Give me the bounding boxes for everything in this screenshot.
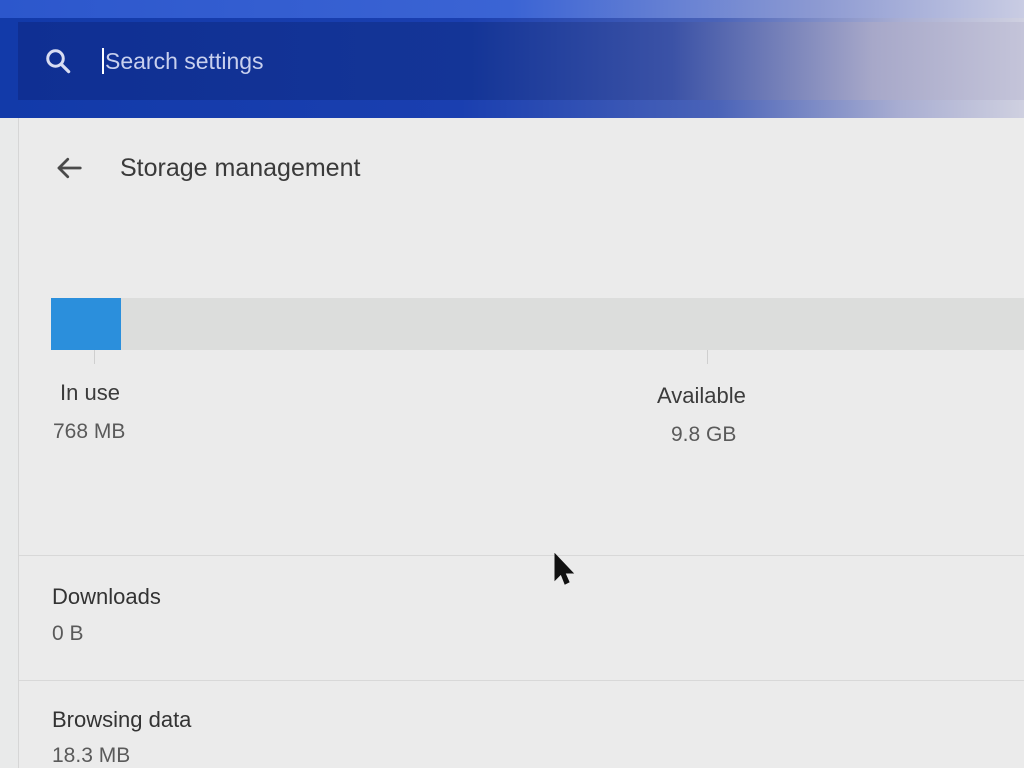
in-use-label: In use bbox=[60, 380, 120, 405]
storage-usage-bar bbox=[51, 298, 1024, 350]
page-header: Storage management bbox=[19, 146, 360, 190]
search-icon[interactable] bbox=[42, 45, 74, 77]
search-input[interactable] bbox=[105, 47, 705, 75]
in-use-tick bbox=[94, 350, 95, 364]
top-bar-strip bbox=[0, 0, 1024, 18]
mouse-pointer-icon bbox=[554, 553, 575, 585]
storage-item-value: 0 B bbox=[52, 622, 84, 645]
in-use-value: 768 MB bbox=[53, 420, 126, 443]
top-app-bar bbox=[0, 0, 1024, 118]
back-button[interactable] bbox=[49, 148, 89, 188]
storage-management-page: Storage management In use 768 MB Availab… bbox=[18, 118, 1024, 768]
available-value: 9.8 GB bbox=[671, 423, 737, 446]
text-cursor bbox=[102, 48, 104, 74]
storage-item-browsing-data[interactable]: Browsing data 18.3 MB bbox=[19, 681, 1024, 768]
page-title: Storage management bbox=[120, 153, 361, 182]
storage-item-downloads[interactable]: Downloads 0 B bbox=[19, 556, 1024, 680]
search-box[interactable] bbox=[18, 22, 1024, 100]
storage-usage-fill bbox=[51, 298, 121, 350]
available-tick bbox=[707, 350, 708, 364]
arrow-back-icon bbox=[57, 157, 82, 179]
storage-item-label: Downloads bbox=[52, 584, 161, 609]
storage-item-label: Browsing data bbox=[52, 707, 192, 732]
available-label: Available bbox=[657, 383, 746, 408]
storage-item-value: 18.3 MB bbox=[52, 744, 131, 767]
